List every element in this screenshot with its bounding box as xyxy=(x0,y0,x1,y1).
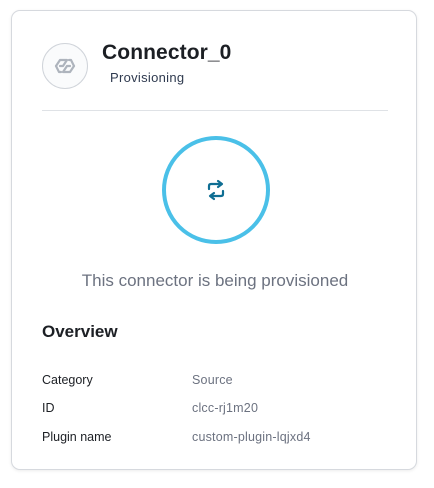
chain-link-icon xyxy=(54,58,76,74)
connector-logo xyxy=(42,43,88,89)
connector-card: Connector_0 Provisioning This connector … xyxy=(11,10,417,470)
row-value: custom-plugin-lqjxd4 xyxy=(192,430,311,444)
provisioning-message: This connector is being provisioned xyxy=(81,271,349,290)
header-divider xyxy=(42,110,388,111)
overview-heading: Overview xyxy=(42,322,118,341)
row-value: Source xyxy=(192,373,233,387)
row-value: clcc-rj1m20 xyxy=(192,401,259,415)
status-label: Provisioning xyxy=(110,70,185,85)
overview-row-category: Category Source xyxy=(42,373,382,391)
row-label: ID xyxy=(42,401,55,415)
repeat-arrows-icon xyxy=(207,179,225,201)
overview-row-plugin-name: Plugin name custom-plugin-lqjxd4 xyxy=(42,430,382,448)
provisioning-indicator xyxy=(162,136,270,244)
row-label: Category xyxy=(42,373,93,387)
overview-row-id: ID clcc-rj1m20 xyxy=(42,401,382,419)
connector-title: Connector_0 xyxy=(102,41,232,64)
row-label: Plugin name xyxy=(42,430,112,444)
